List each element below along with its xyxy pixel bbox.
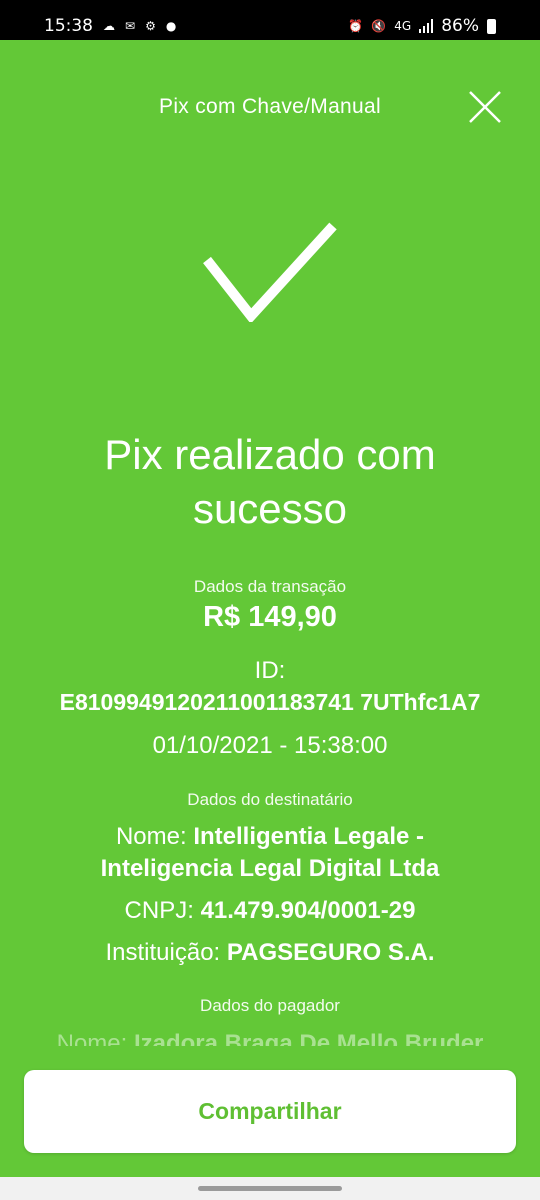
payer-name: Nome: Izadora Braga De Mello Bruder [0,1030,540,1046]
app-icon: ⚙ [145,19,156,33]
mute-icon: 🔇 [371,19,387,33]
transaction-amount: R$ 149,90 [203,601,337,633]
success-title-line2: sucesso [192,485,348,532]
recipient-cnpj-value: 41.479.904/0001-29 [200,897,416,924]
transaction-section-label: Dados da transação [193,577,347,596]
payer-section-label: Dados do pagador [200,996,340,1015]
close-button[interactable] [468,90,502,124]
home-gesture-handle[interactable] [198,1186,342,1191]
recipient-name-key: Nome: [115,823,187,850]
network-type: 4G [394,19,412,33]
notification-icon: ✉ [125,19,136,33]
recipient-institution-value: PAGSEGURO S.A. [226,939,435,966]
recipient-name-value-line1: Intelligentia Legale - [193,823,425,850]
payer-name-value: Izadora Braga De Mello Bruder [133,1030,484,1046]
recipient-institution-key: Instituição: [105,939,221,966]
recipient-name-value-line2: Inteligencia Legal Digital Ltda [100,855,440,882]
signal-icon [419,19,434,33]
alarm-icon: ⏰ [348,19,364,33]
recipient-cnpj-key: CNPJ: [124,897,194,924]
recipient-institution: Instituição: PAGSEGURO S.A. [0,939,540,967]
more-notifications-icon: ● [165,19,177,33]
share-button[interactable]: Compartilhar [24,1070,516,1153]
recipient-name-line2: Inteligencia Legal Digital Ltda [0,855,540,883]
recipient-cnpj: CNPJ: 41.479.904/0001-29 [0,897,540,925]
success-title-line1: Pix realizado com [104,431,436,478]
success-title: Pix realizado com sucesso [40,428,500,536]
payer-name-key: Nome: [56,1030,128,1046]
battery-percent: 86% [441,16,479,36]
navigation-bar [0,1177,540,1200]
recipient-name: Nome: Intelligentia Legale - [0,823,540,851]
status-time: 15:38 [44,16,93,36]
status-bar: 15:38 ☁ ✉ ⚙ ● ⏰ 🔇 4G 86% [0,0,540,40]
transaction-id-label: ID: [254,657,286,684]
checkmark-icon [203,222,337,322]
transaction-datetime: 01/10/2021 - 15:38:00 [152,732,388,759]
page-title: Pix com Chave/Manual [159,95,381,118]
close-icon [469,91,501,123]
battery-icon [487,18,496,34]
weather-icon: ☁ [103,19,115,33]
transaction-id-value: E8109949120211001183741 7UThfc1A7 [59,689,481,715]
recipient-section-label: Dados do destinatário [187,790,353,809]
